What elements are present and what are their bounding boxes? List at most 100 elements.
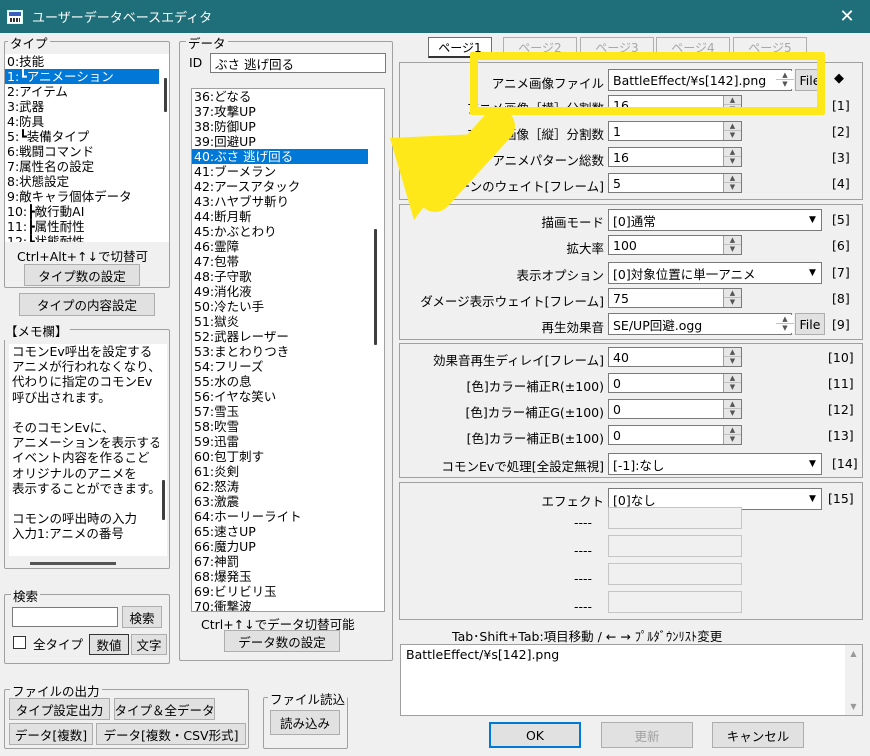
color-param-4-input[interactable]: 0 [608,425,742,445]
export-type-all-data-button[interactable]: タイプ＆全データ [114,698,215,720]
data-list-item[interactable]: 52:武器レーザー [192,329,368,344]
export-data-multi-button[interactable]: データ[複数] [9,723,93,745]
anim-param-4-spin[interactable]: ▲ ▼ [723,174,741,192]
data-list-item[interactable]: 65:速さUP [192,524,368,539]
ok-button[interactable]: OK [489,722,581,748]
anim-param-3-input[interactable]: 16 [608,147,742,167]
type-list-item[interactable]: 7:属性名の設定 [5,159,169,174]
data-list-item[interactable]: 66:魔力UP [192,539,368,554]
data-list-item[interactable]: 55:水の息 [192,374,368,389]
data-list-scroll-thumb[interactable] [374,229,377,345]
all-types-checkbox[interactable] [13,636,26,649]
data-list-item[interactable]: 59:迅雷 [192,434,368,449]
data-list-item[interactable]: 44:断月斬 [192,209,368,224]
type-list-item[interactable]: 8:状態設定 [5,174,169,189]
anim-param-2-input[interactable]: 1 [608,121,742,141]
read-file-button[interactable]: 読み込み [270,710,340,735]
data-list-item[interactable]: 47:包帯 [192,254,368,269]
color-param-4-spin[interactable]: ▲ ▼ [723,426,741,444]
data-name-input[interactable]: ぶさ 逃げ回る [210,53,386,73]
color-param-1-input[interactable]: 40 [608,347,742,367]
search-text-button[interactable]: 文字 [131,634,167,655]
sound-file-button[interactable]: File [795,313,825,335]
memo-scrollbar[interactable] [159,344,167,556]
data-list-item[interactable]: 56:イヤな笑い [192,389,368,404]
data-list-item[interactable]: 42:アースアタック [192,179,368,194]
export-type-settings-button[interactable]: タイプ設定出力 [9,698,110,720]
type-list-item[interactable]: 5:┗装備タイプ [5,129,169,144]
sound-spin[interactable]: ▲ ▼ [776,315,794,333]
update-button[interactable]: 更新 [601,722,693,748]
draw-mode-select[interactable]: [0]通常 ▼ [608,209,822,231]
data-list-item[interactable]: 49:消化液 [192,284,368,299]
anim-param-3-spin[interactable]: ▲ ▼ [723,148,741,166]
data-list[interactable]: 36:どなる 37:攻撃UP 38:防御UP 39:回避UP 40:ぶさ 逃げ回る 41:… [191,88,385,612]
data-list-item[interactable]: 58:吹雪 [192,419,368,434]
memo-hscroll[interactable] [30,562,116,565]
anim-param-2-spin[interactable]: ▲ ▼ [723,122,741,140]
data-list-item[interactable]: 39:回避UP [192,134,368,149]
damage-wait-input[interactable]: 75 [608,288,742,308]
data-list-item[interactable]: 67:神罰 [192,554,368,569]
type-content-button[interactable]: タイプの内容設定 [19,293,155,316]
search-input[interactable] [12,607,118,627]
type-count-button[interactable]: タイプ数の設定 [24,264,140,286]
preview-textarea[interactable]: BattleEffect/¥s[142].png ▲ ▼ [400,644,863,716]
data-list-item[interactable]: 68:爆発玉 [192,569,368,584]
color-param-1-spin[interactable]: ▲ ▼ [723,348,741,366]
data-list-item[interactable]: 38:防御UP [192,119,368,134]
sound-input[interactable]: SE/UP回避.ogg [608,313,792,335]
common-ev-select[interactable]: [-1]:なし ▼ [608,453,822,475]
search-value-button[interactable]: 数値 [89,634,129,655]
data-list-item[interactable]: 45:かぶとわり [192,224,368,239]
color-param-2-input[interactable]: 0 [608,373,742,393]
data-list-item[interactable]: 64:ホーリーライト [192,509,368,524]
type-list-item[interactable]: 2:アイテム [5,84,169,99]
type-list-item[interactable]: 11:┣属性耐性 [5,219,169,234]
memo-box[interactable]: コモンEv呼出を設定する アニメが行われなくなり、 代わりに指定のコモンEv 呼び出さ… [9,344,159,556]
data-list-item[interactable]: 61:炎剣 [192,464,368,479]
type-list-item[interactable]: 9:敵キャラ個体データ [5,189,169,204]
anim-param-4-input[interactable]: 5 [608,173,742,193]
damage-wait-spin[interactable]: ▲ ▼ [723,289,741,307]
type-list[interactable]: 0:技能 1:┗アニメーション 2:アイテム 3:武器 4:防具 5:┗装備タイプ 6:戦闘… [5,54,169,242]
scale-spin[interactable]: ▲ ▼ [723,236,741,254]
data-list-item[interactable]: 62:怒涛 [192,479,368,494]
type-list-item[interactable]: 12:┗状態耐性 [5,234,169,242]
data-list-item[interactable]: 43:ハヤブサ斬り [192,194,368,209]
type-list-item[interactable]: 0:技能 [5,54,169,69]
data-list-item[interactable]: 54:フリーズ [192,359,368,374]
type-list-scroll-thumb[interactable] [164,78,167,112]
data-list-item[interactable]: 41:ブーメラン [192,164,368,179]
data-list-item[interactable]: 46:霊障 [192,239,368,254]
data-list-item[interactable]: 40:ぶさ 逃げ回る [192,149,368,164]
type-list-scrollbar[interactable] [159,54,169,242]
data-count-button[interactable]: データ数の設定 [224,630,340,652]
preview-scrollbar[interactable]: ▲ ▼ [845,645,862,715]
data-list-item[interactable]: 53:まとわりつき [192,344,368,359]
color-param-3-input[interactable]: 0 [608,399,742,419]
data-list-item[interactable]: 36:どなる [192,89,368,104]
data-list-item[interactable]: 50:冷たい手 [192,299,368,314]
cancel-button[interactable]: キャンセル [712,722,804,748]
type-list-item[interactable]: 1:┗アニメーション [5,69,169,84]
close-icon[interactable]: ✕ [824,0,870,33]
data-list-item[interactable]: 51:獄炎 [192,314,368,329]
data-list-item[interactable]: 60:包丁刺す [192,449,368,464]
scale-input[interactable]: 100 [608,235,742,255]
data-list-item[interactable]: 48:子守歌 [192,269,368,284]
data-list-item[interactable]: 69:ビリビリ玉 [192,584,368,599]
type-list-item[interactable]: 3:武器 [5,99,169,114]
export-data-csv-button[interactable]: データ[複数・CSV形式] [96,723,246,745]
data-list-item[interactable]: 37:攻撃UP [192,104,368,119]
color-param-2-spin[interactable]: ▲ ▼ [723,374,741,392]
type-list-item[interactable]: 6:戦闘コマンド [5,144,169,159]
data-list-item[interactable]: 63:激震 [192,494,368,509]
data-list-item[interactable]: 57:雪玉 [192,404,368,419]
search-button[interactable]: 検索 [122,606,162,628]
type-list-item[interactable]: 4:防具 [5,114,169,129]
data-list-item[interactable]: 70:衝撃波 [192,599,368,611]
display-option-select[interactable]: [0]対象位置に単一アニメ ▼ [608,262,822,284]
color-param-3-spin[interactable]: ▲ ▼ [723,400,741,418]
type-list-item[interactable]: 10:┣敵行動AI [5,204,169,219]
